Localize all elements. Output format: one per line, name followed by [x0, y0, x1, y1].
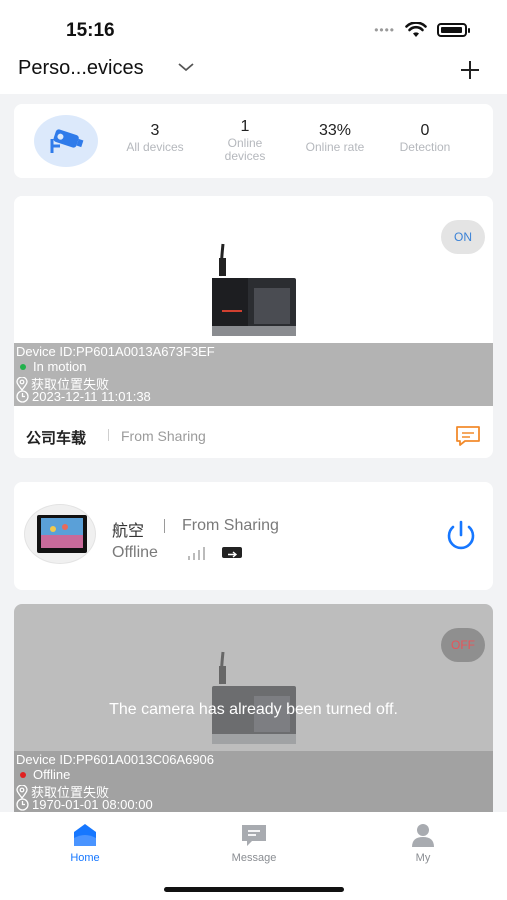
device1-id: Device ID:PP601A0013A673F3EF: [16, 344, 215, 359]
chevron-down-icon[interactable]: [177, 59, 195, 75]
device1-name: 公司车载: [26, 430, 87, 447]
device-summary-card: 3 All devices 1 Online devices 33% Onlin…: [14, 104, 493, 178]
cellular-signal-icon: ••••: [374, 23, 395, 37]
photo-frame-image: [37, 515, 87, 553]
device2-name: 航空: [112, 523, 145, 540]
clock-icon: [16, 390, 29, 403]
status-icons: ••••: [374, 22, 470, 38]
device2-thumbnail: [24, 504, 96, 564]
tab-my[interactable]: My: [378, 822, 468, 864]
add-device-button[interactable]: [459, 59, 481, 81]
device3-timestamp: 1970-01-01 08:00:00: [32, 797, 153, 812]
device3-status: Offline: [33, 767, 71, 782]
battery-icon: [437, 23, 470, 37]
camera-off-message: The camera has already been turned off.: [109, 701, 398, 718]
device3-power-toggle[interactable]: OFF: [441, 628, 485, 662]
power-button[interactable]: [443, 518, 479, 554]
bottom-tab-bar: Home Message My: [0, 812, 507, 900]
device-card-3[interactable]: OFF The camera has already been turned o…: [14, 604, 493, 814]
device1-status: In motion: [33, 359, 87, 374]
device2-source: From Sharing: [182, 517, 279, 534]
device3-id: Device ID:PP601A0013C06A6906: [16, 752, 215, 767]
message-icon[interactable]: [455, 425, 481, 447]
device1-source: From Sharing: [121, 428, 206, 444]
stat-online-rate: 33% Online rate: [305, 122, 365, 154]
device2-status: Offline: [112, 544, 158, 561]
device-preview[interactable]: ON Device ID:PP601A0013A673F3EF In motio…: [14, 196, 493, 406]
status-dot: [20, 771, 26, 778]
device-card-2[interactable]: 航空 From Sharing Offline: [14, 482, 493, 590]
signal-strength-icon: [188, 547, 205, 560]
status-time: 15:16: [66, 20, 115, 41]
device1-power-toggle[interactable]: ON: [441, 220, 485, 254]
battery-charging-icon: [222, 547, 242, 558]
clock-icon: [16, 798, 29, 811]
camera-icon-bubble: [34, 115, 98, 167]
message-icon: [242, 825, 266, 846]
stat-online-devices: 1 Online devices: [224, 118, 266, 163]
stat-detection: 0 Detection: [399, 122, 451, 154]
tab-home[interactable]: Home: [40, 822, 130, 864]
device3-info-overlay: Device ID:PP601A0013C06A6906 Offline 获取位…: [14, 751, 493, 814]
tab-message[interactable]: Message: [209, 822, 299, 864]
stat-all-devices: 3 All devices: [126, 122, 184, 154]
divider: [108, 429, 109, 441]
device1-timestamp: 2023-12-11 11:01:38: [32, 389, 151, 404]
camera-icon: [50, 129, 84, 153]
home-indicator: [164, 887, 344, 892]
status-dot: [20, 363, 26, 370]
device1-info-overlay: Device ID:PP601A0013A673F3EF In motion 获…: [14, 343, 493, 406]
header: Perso...evices: [0, 50, 507, 94]
user-icon: [412, 824, 434, 847]
wifi-icon: [405, 22, 427, 37]
divider: [164, 519, 165, 533]
device-card-1[interactable]: ON Device ID:PP601A0013A673F3EF In motio…: [14, 196, 493, 458]
status-bar: 15:16 ••••: [0, 0, 507, 50]
device-group-title[interactable]: Perso...evices: [18, 57, 144, 80]
home-icon: [74, 824, 96, 846]
